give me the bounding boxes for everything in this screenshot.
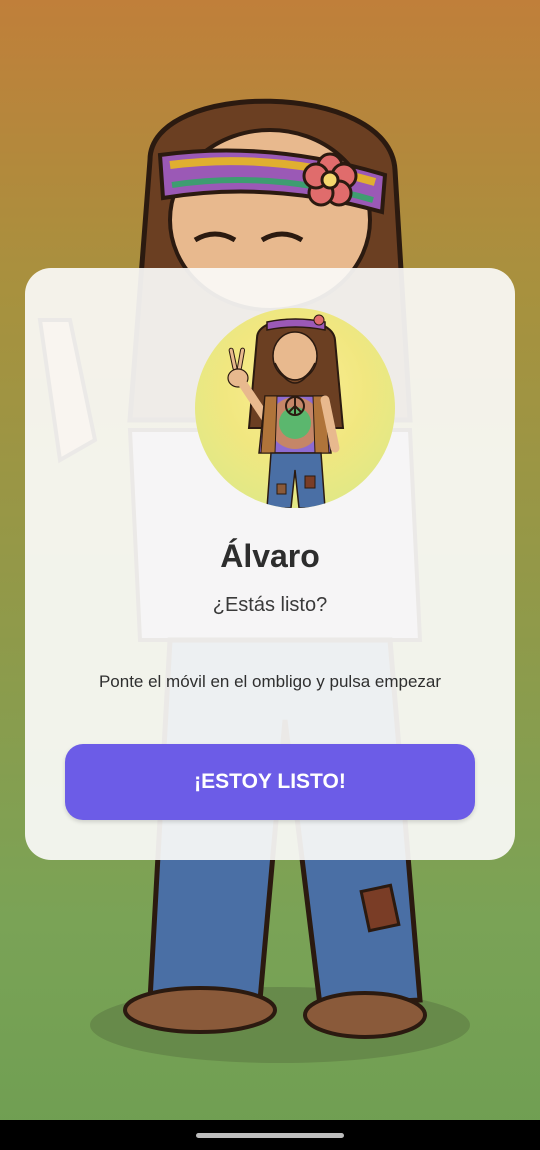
ready-button[interactable]: ¡ESTOY LISTO! <box>65 744 475 820</box>
navigation-bar <box>0 1120 540 1150</box>
instruction-text: Ponte el móvil en el ombligo y pulsa emp… <box>98 672 442 691</box>
ready-card: Álvaro ¿Estás listo? Ponte el móvil en e… <box>25 268 515 860</box>
home-indicator[interactable] <box>196 1133 344 1138</box>
ready-question: ¿Estás listo? <box>212 594 328 616</box>
avatar <box>195 308 395 508</box>
user-name: Álvaro <box>220 538 320 574</box>
hippie-avatar-icon <box>227 314 345 508</box>
